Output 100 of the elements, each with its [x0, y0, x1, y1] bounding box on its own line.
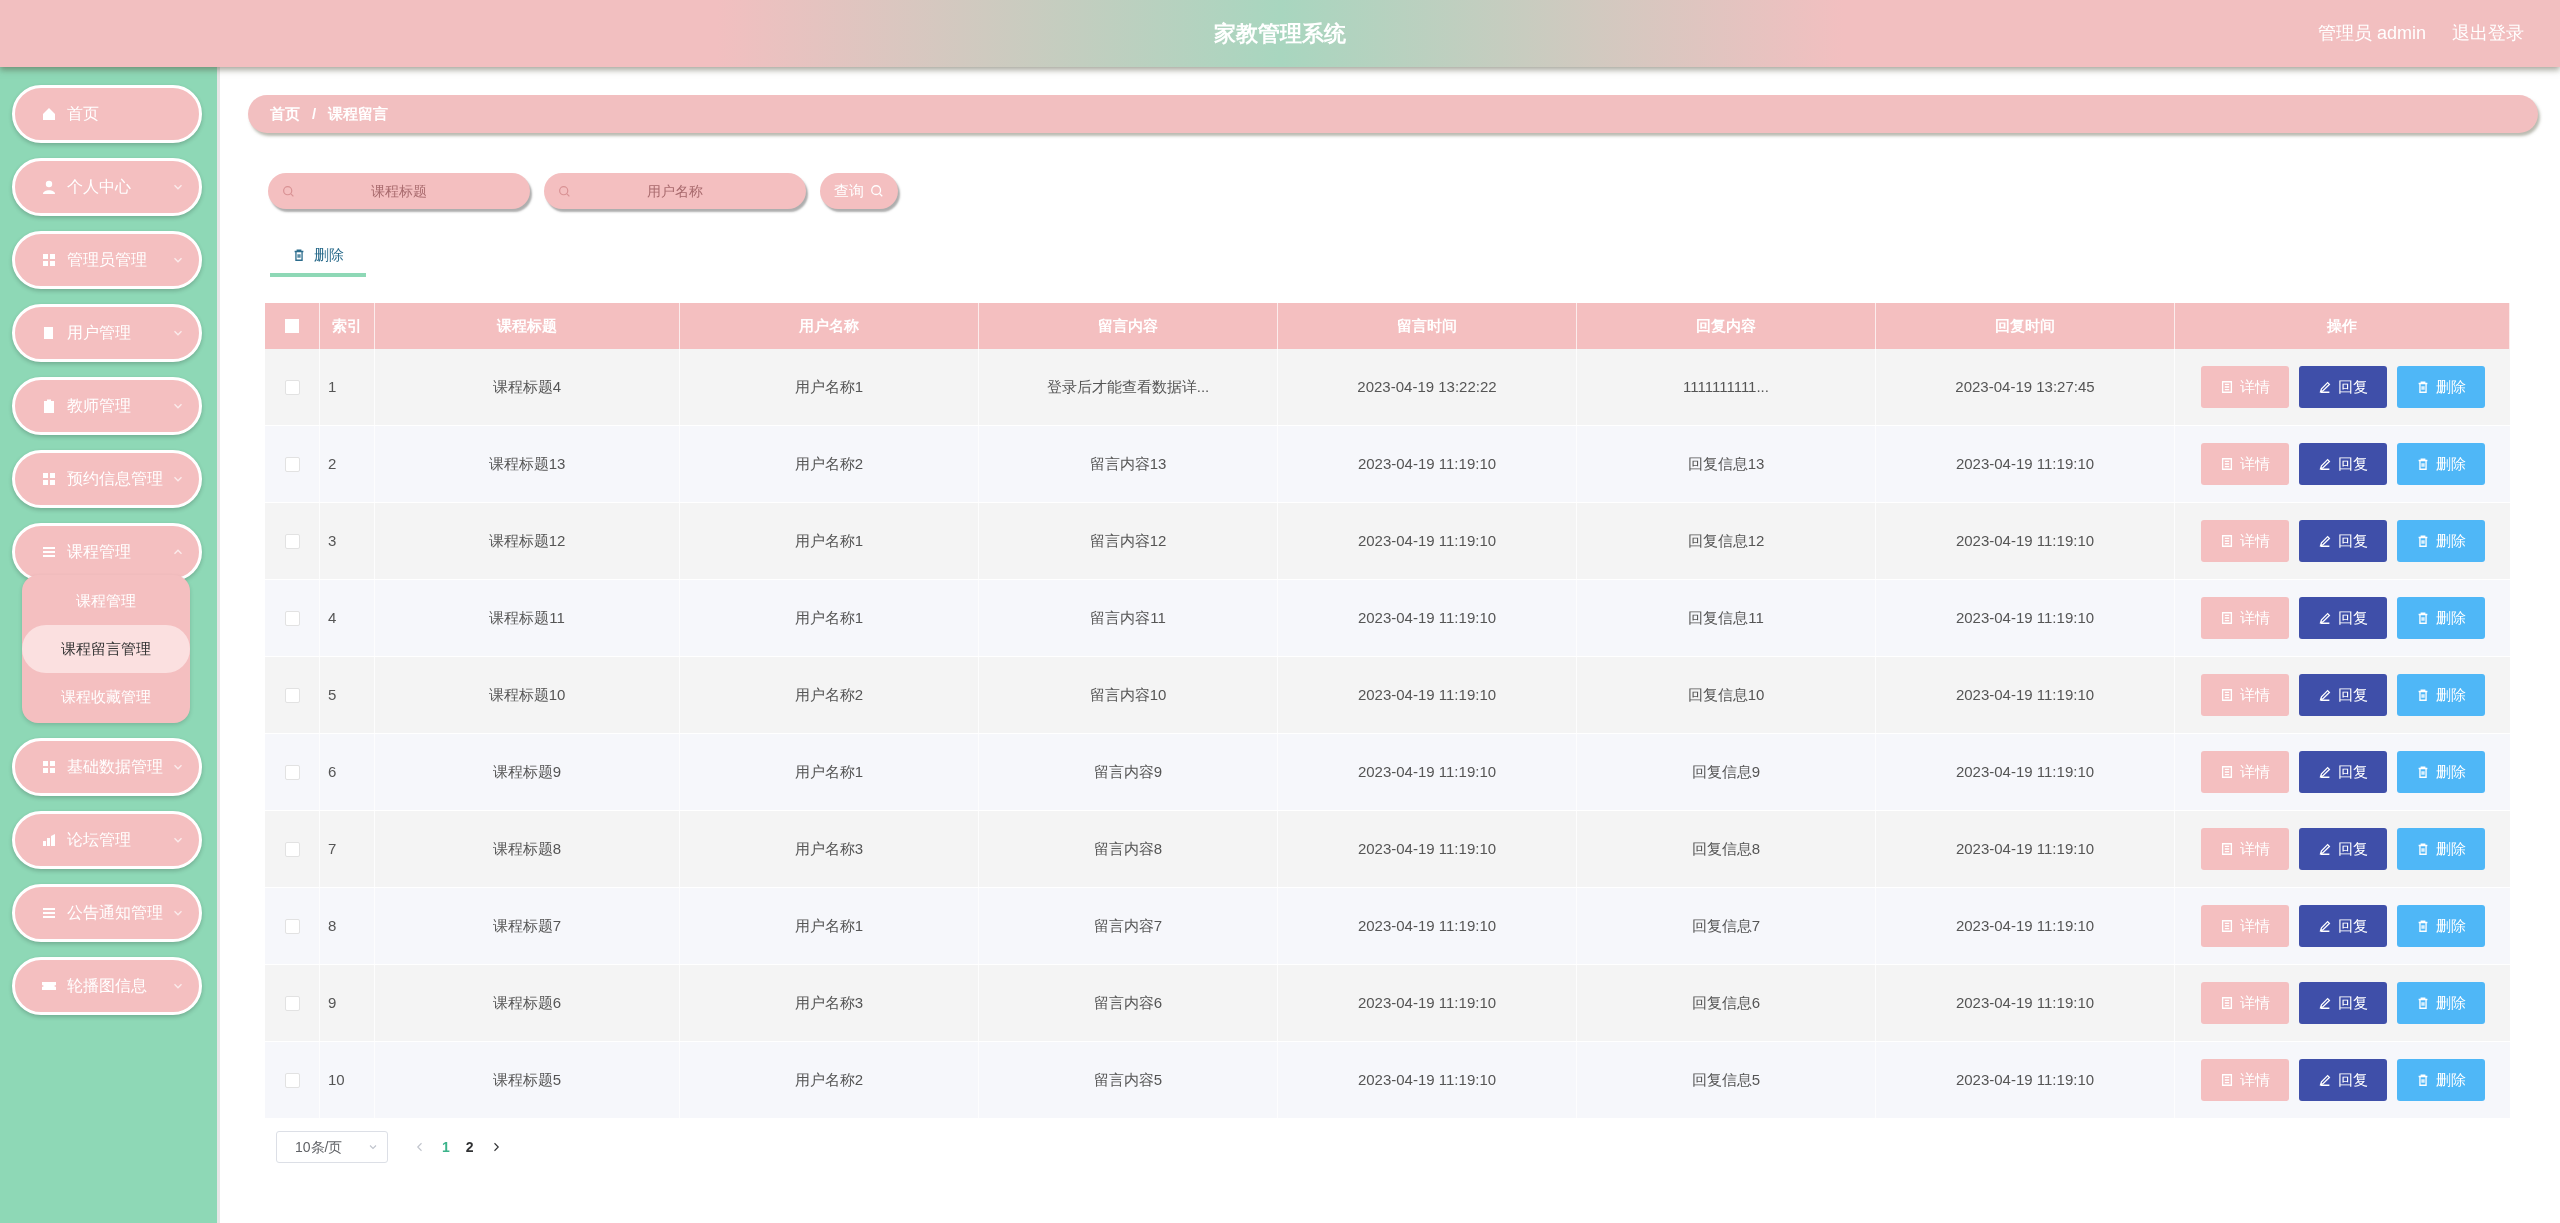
reply-button[interactable]: 回复: [2298, 982, 2387, 1024]
row-checkbox[interactable]: [284, 841, 300, 857]
menu-item[interactable]: 教师管理: [12, 377, 202, 435]
reply-button[interactable]: 回复: [2298, 1059, 2387, 1101]
logout-link[interactable]: 退出登录: [2452, 20, 2524, 47]
detail-button[interactable]: 详情: [2200, 828, 2289, 870]
delete-button[interactable]: 删除: [2396, 366, 2485, 408]
menu-item[interactable]: 预约信息管理: [12, 450, 202, 508]
reply-button[interactable]: 回复: [2298, 905, 2387, 947]
reply-button[interactable]: 回复: [2298, 751, 2387, 793]
menu-item[interactable]: 课程管理: [12, 523, 202, 581]
table-cell-text: 2023-04-19 11:19:10: [1357, 915, 1497, 936]
column-header: 用户名称: [799, 315, 859, 336]
detail-button[interactable]: 详情: [2200, 597, 2289, 639]
table-cell-text: 用户名称3: [794, 838, 864, 859]
table-cell-text: 用户名称1: [794, 607, 864, 628]
table-cell-text: 用户名称1: [794, 376, 864, 397]
page-number[interactable]: 1: [442, 1136, 450, 1158]
table-cell-text: 2023-04-19 11:19:10: [1357, 453, 1497, 474]
row-checkbox[interactable]: [284, 764, 300, 780]
column-header: 操作: [2327, 315, 2357, 336]
table-cell-text: 回复信息10: [1687, 684, 1765, 705]
breadcrumb-item: 课程留言: [328, 103, 389, 124]
delete-button[interactable]: 删除: [2396, 597, 2485, 639]
delete-button[interactable]: 删除: [2396, 905, 2485, 947]
reply-button[interactable]: 回复: [2298, 366, 2387, 408]
table-cell-text: 留言内容9: [1093, 761, 1163, 782]
delete-button[interactable]: 删除: [2396, 520, 2485, 562]
list-icon: [2219, 1073, 2234, 1087]
menu-item[interactable]: 用户管理: [12, 304, 202, 362]
column-header: 留言时间: [1397, 315, 1457, 336]
select-all-checkbox[interactable]: [285, 319, 299, 333]
reply-button[interactable]: 回复: [2298, 674, 2387, 716]
table-cell-text: 回复信息6: [1691, 992, 1761, 1013]
search-field[interactable]: 用户名称: [544, 173, 806, 209]
chart-icon: [41, 832, 57, 848]
row-checkbox[interactable]: [284, 533, 300, 549]
submenu-item[interactable]: 课程收藏管理: [22, 673, 190, 721]
table-cell-text: 2023-04-19 11:19:10: [1955, 992, 2095, 1013]
pencil-icon: [2317, 842, 2332, 856]
row-checkbox[interactable]: [284, 1072, 300, 1088]
search-icon: [282, 185, 295, 198]
detail-button[interactable]: 详情: [2200, 674, 2289, 716]
menu-item[interactable]: 论坛管理: [12, 811, 202, 869]
delete-button[interactable]: 删除: [2396, 751, 2485, 793]
detail-button[interactable]: 详情: [2200, 751, 2289, 793]
detail-button[interactable]: 详情: [2200, 1059, 2289, 1101]
pencil-icon: [2317, 457, 2332, 471]
delete-button[interactable]: 删除: [2396, 443, 2485, 485]
detail-button[interactable]: 详情: [2200, 366, 2289, 408]
row-checkbox[interactable]: [284, 456, 300, 472]
detail-button[interactable]: 详情: [2200, 443, 2289, 485]
clipboard-icon: [41, 398, 57, 414]
user-label: 管理员 admin: [2317, 22, 2426, 45]
detail-button[interactable]: 详情: [2200, 905, 2289, 947]
delete-button[interactable]: 删除: [2396, 982, 2485, 1024]
grid-icon: [41, 252, 57, 268]
detail-button[interactable]: 详情: [2200, 520, 2289, 562]
page-number[interactable]: 2: [465, 1136, 474, 1158]
delete-button[interactable]: 删除: [2396, 1059, 2485, 1101]
reply-button[interactable]: 回复: [2298, 520, 2387, 562]
table-cell-text: 8: [328, 915, 337, 936]
table-cell-text: 留言内容10: [1089, 684, 1167, 705]
delete-button[interactable]: 删除: [270, 237, 366, 277]
column-header: 回复时间: [1995, 315, 2055, 336]
row-checkbox[interactable]: [284, 610, 300, 626]
menu-item[interactable]: 公告通知管理: [12, 884, 202, 942]
grid-icon: [41, 471, 57, 487]
table-cell-text: 4: [328, 607, 337, 628]
search-button[interactable]: 查询: [820, 173, 898, 209]
row-checkbox[interactable]: [284, 918, 300, 934]
reply-button[interactable]: 回复: [2298, 443, 2387, 485]
table-cell-text: 5: [328, 684, 337, 705]
menu-item[interactable]: 首页: [12, 85, 202, 143]
page-size-select[interactable]: 10条/页: [276, 1131, 388, 1163]
menu-item[interactable]: 轮播图信息: [12, 957, 202, 1015]
menu-item[interactable]: 管理员管理: [12, 231, 202, 289]
table-cell-text: 回复信息12: [1687, 530, 1765, 551]
row-checkbox[interactable]: [284, 379, 300, 395]
search-field[interactable]: 课程标题: [268, 173, 530, 209]
reply-button[interactable]: 回复: [2298, 597, 2387, 639]
trash-icon: [292, 248, 306, 262]
table-cell-text: 2023-04-19 11:19:10: [1955, 761, 2095, 782]
column-header: 回复内容: [1696, 315, 1756, 336]
menu-item[interactable]: 个人中心: [12, 158, 202, 216]
search-icon: [870, 184, 884, 198]
reply-button[interactable]: 回复: [2298, 828, 2387, 870]
delete-button[interactable]: 删除: [2396, 674, 2485, 716]
row-checkbox[interactable]: [284, 995, 300, 1011]
table-cell-text: 用户名称1: [794, 915, 864, 936]
table-cell-text: 用户名称3: [794, 992, 864, 1013]
table-cell-text: 留言内容11: [1090, 607, 1166, 628]
delete-button[interactable]: 删除: [2396, 828, 2485, 870]
detail-button[interactable]: 详情: [2200, 982, 2289, 1024]
submenu-item[interactable]: 课程留言管理: [22, 625, 190, 673]
row-checkbox[interactable]: [284, 687, 300, 703]
list-icon: [2219, 380, 2234, 394]
menu-item[interactable]: 基础数据管理: [12, 738, 202, 796]
breadcrumb-item[interactable]: 首页: [270, 102, 300, 126]
table-cell-text: 2023-04-19 11:19:10: [1357, 761, 1497, 782]
